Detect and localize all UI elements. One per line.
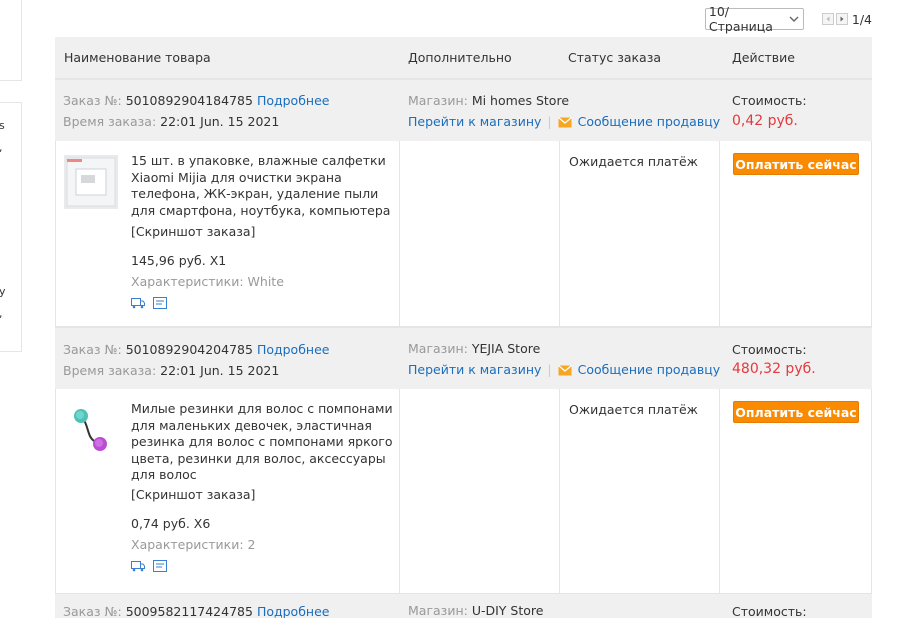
- order-time: 22:01 Jun. 15 2021: [160, 363, 280, 378]
- characteristics-value: White: [247, 274, 284, 289]
- left-panel-filters: s , y ,: [0, 102, 22, 352]
- order-details-link[interactable]: Подробнее: [257, 604, 330, 618]
- receipt-icon[interactable]: [153, 297, 167, 311]
- order-number: 5010892904184785: [125, 93, 253, 108]
- order-block: Заказ №: 5010892904184785 Подробнее Врем…: [55, 79, 872, 327]
- col-header-name: Наименование товара: [64, 50, 211, 65]
- left-text-fragment: s: [0, 119, 5, 132]
- product-image[interactable]: [64, 155, 118, 209]
- store-label: Магазин:: [408, 603, 468, 618]
- product-title[interactable]: 15 шт. в упаковке, влажные салфетки Xiao…: [131, 153, 396, 219]
- store-name: Mi homes Store: [471, 93, 570, 108]
- chevron-down-icon: [789, 13, 800, 25]
- cost-label: Стоимость:: [732, 342, 807, 357]
- order-number-label: Заказ №:: [63, 93, 122, 108]
- cost-label: Стоимость:: [732, 93, 807, 108]
- order-status: Ожидается платёж: [569, 154, 698, 169]
- order-cost: 480,32 руб.: [732, 361, 816, 377]
- store-name: YEJIA Store: [471, 341, 541, 356]
- order-item-row: 15 шт. в упаковке, влажные салфетки Xiao…: [55, 141, 872, 327]
- order-screenshot-link[interactable]: [Скриншот заказа]: [131, 224, 255, 239]
- left-text-fragment: y: [0, 285, 6, 298]
- order-item-row: Милые резинки для волос с помпонами для …: [55, 389, 872, 594]
- left-panel-top: [0, 0, 22, 81]
- order-header: Заказ №: 5010892904184785 Подробнее Врем…: [55, 79, 872, 141]
- left-text-fragment: ,: [0, 141, 3, 154]
- col-header-action: Действие: [732, 50, 795, 65]
- message-seller-link[interactable]: Сообщение продавцу: [578, 362, 721, 377]
- order-details-link[interactable]: Подробнее: [257, 342, 330, 357]
- order-time: 22:01 Jun. 15 2021: [160, 114, 280, 129]
- product-title[interactable]: Милые резинки для волос с помпонами для …: [131, 401, 396, 484]
- order-header: Заказ №: 5010892904204785 Подробнее Врем…: [55, 327, 872, 389]
- left-text-fragment: ,: [0, 307, 3, 320]
- col-header-status: Статус заказа: [568, 50, 662, 65]
- characteristics-label: Характеристики:: [131, 274, 244, 289]
- product-action-icons: [131, 560, 167, 574]
- characteristics-value: 2: [247, 537, 256, 552]
- page-count: 1/4: [851, 11, 872, 27]
- prev-page-icon[interactable]: [821, 13, 834, 25]
- order-time-label: Время заказа:: [63, 114, 157, 129]
- next-page-icon[interactable]: [835, 13, 848, 25]
- cost-label: Стоимость:: [732, 604, 807, 618]
- pay-now-button[interactable]: Оплатить сейчас: [733, 401, 859, 423]
- pay-now-button[interactable]: Оплатить сейчас: [733, 153, 859, 175]
- go-to-store-link[interactable]: Перейти к магазину: [408, 362, 541, 377]
- product-action-icons: [131, 297, 167, 311]
- order-details-link[interactable]: Подробнее: [257, 93, 330, 108]
- order-header: Заказ №: 5009582117424785 Подробнее Мага…: [55, 594, 872, 618]
- envelope-icon: [557, 364, 572, 379]
- orders-table: Наименование товара Дополнительно Статус…: [55, 37, 872, 618]
- store-label: Магазин:: [408, 341, 468, 356]
- receipt-icon[interactable]: [153, 560, 167, 574]
- per-page-value: 10/Страница: [708, 4, 773, 34]
- divider: |: [547, 362, 552, 377]
- store-name: U-DIY Store: [471, 603, 544, 618]
- delivery-icon[interactable]: [131, 560, 145, 574]
- order-cost: 0,42 руб.: [732, 113, 798, 129]
- order-screenshot-link[interactable]: [Скриншот заказа]: [131, 487, 255, 502]
- delivery-icon[interactable]: [131, 297, 145, 311]
- order-block: Заказ №: 5009582117424785 Подробнее Мага…: [55, 594, 872, 618]
- go-to-store-link[interactable]: Перейти к магазину: [408, 114, 541, 129]
- pagination: 10/Страница 1/4: [704, 4, 872, 34]
- product-image[interactable]: [64, 403, 118, 457]
- product-price-qty: 0,74 руб. X6: [131, 516, 211, 531]
- page-nav: 1/4: [821, 11, 872, 27]
- order-number: 5009582117424785: [125, 604, 253, 618]
- order-status: Ожидается платёж: [569, 402, 698, 417]
- order-number-label: Заказ №:: [63, 604, 122, 618]
- table-header: Наименование товара Дополнительно Статус…: [55, 37, 872, 79]
- order-block: Заказ №: 5010892904204785 Подробнее Врем…: [55, 327, 872, 594]
- characteristics-label: Характеристики:: [131, 537, 244, 552]
- order-number-label: Заказ №:: [63, 342, 122, 357]
- order-time-label: Время заказа:: [63, 363, 157, 378]
- col-header-extra: Дополнительно: [408, 50, 512, 65]
- product-price-qty: 145,96 руб. X1: [131, 253, 227, 268]
- envelope-icon: [557, 116, 572, 131]
- order-number: 5010892904204785: [125, 342, 253, 357]
- store-label: Магазин:: [408, 93, 468, 108]
- per-page-select[interactable]: 10/Страница: [704, 4, 804, 34]
- message-seller-link[interactable]: Сообщение продавцу: [578, 114, 721, 129]
- divider: |: [547, 114, 552, 129]
